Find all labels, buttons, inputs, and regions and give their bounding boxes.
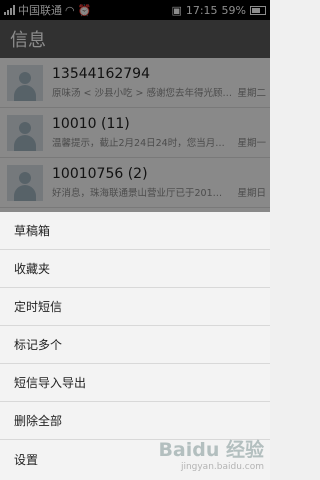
watermark-url: jingyan.baidu.com [180, 462, 264, 472]
watermark-brand: Baidu 经验 [158, 439, 264, 461]
watermark: Baidu 经验 jingyan.baidu.com [158, 435, 264, 472]
menu-item-mark-multiple[interactable]: 标记多个 [0, 326, 270, 364]
menu-item-drafts[interactable]: 草稿箱 [0, 212, 270, 250]
menu-item-favorites[interactable]: 收藏夹 [0, 250, 270, 288]
menu-item-scheduled-sms[interactable]: 定时短信 [0, 288, 270, 326]
menu-item-import-export[interactable]: 短信导入导出 [0, 364, 270, 402]
